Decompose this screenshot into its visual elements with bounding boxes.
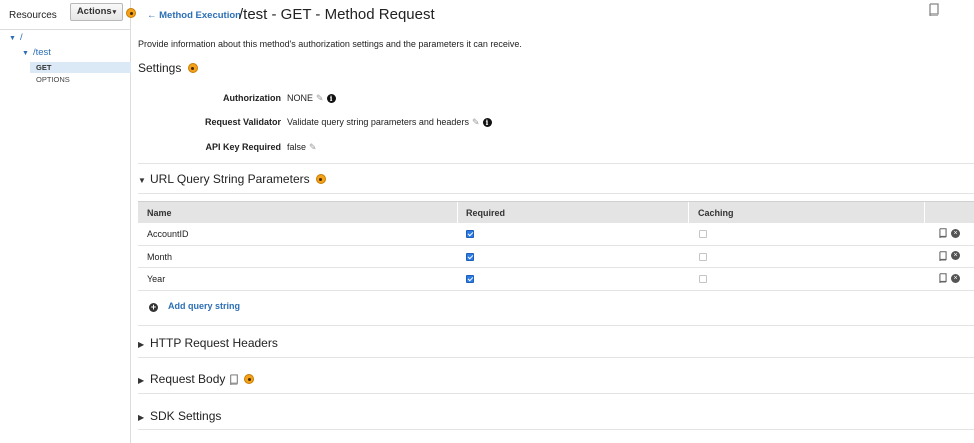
- authorization-field: NONE ✎ i: [287, 93, 336, 104]
- column-header-name: Name: [147, 208, 172, 218]
- resources-label: Resources: [9, 10, 57, 21]
- book-icon[interactable]: [938, 251, 948, 262]
- query-params-title: URL Query String Parameters: [150, 172, 310, 186]
- divider: [138, 163, 974, 164]
- resources-header: Resources Actions▾: [0, 0, 136, 30]
- param-name: Year: [147, 274, 166, 284]
- actions-button[interactable]: Actions▾: [70, 3, 123, 21]
- required-checkbox[interactable]: [466, 230, 474, 238]
- param-name: Month: [147, 251, 173, 262]
- close-circle-icon[interactable]: ×: [951, 273, 960, 283]
- book-icon[interactable]: [229, 372, 239, 386]
- collapsed-triangle-icon: ▶: [138, 413, 145, 422]
- table-row: AccountID ×: [138, 223, 974, 246]
- page-description: Provide information about this method's …: [138, 39, 522, 49]
- request-body-title: Request Body: [150, 372, 226, 386]
- add-query-string-label: Add query string: [168, 301, 241, 311]
- row-actions: ×: [938, 273, 960, 284]
- required-checkbox[interactable]: [466, 275, 474, 283]
- close-circle-icon[interactable]: ×: [951, 251, 960, 261]
- close-circle-icon[interactable]: ×: [951, 228, 960, 238]
- caching-checkbox[interactable]: [699, 252, 707, 261]
- back-to-method-execution-link[interactable]: ← Method Execution: [147, 10, 241, 21]
- required-checkbox[interactable]: [466, 252, 474, 261]
- settings-title: Settings: [138, 61, 182, 75]
- pencil-icon[interactable]: ✎: [309, 142, 317, 152]
- table-header: Name Required Caching: [138, 201, 974, 224]
- method-request-main: ← Method Execution /test - GET - Method …: [131, 0, 974, 443]
- pencil-icon[interactable]: ✎: [472, 117, 480, 127]
- divider: [138, 393, 974, 394]
- tree-item-get[interactable]: GET: [30, 62, 131, 73]
- sdk-settings-toggle[interactable]: ▶ SDK Settings: [138, 409, 221, 423]
- expand-triangle-icon[interactable]: ▼: [9, 35, 16, 42]
- divider: [138, 429, 974, 430]
- table-row: Year ×: [138, 268, 974, 291]
- book-icon[interactable]: [938, 273, 948, 284]
- caret-down-icon: ▾: [112, 9, 117, 16]
- divider: [138, 325, 974, 326]
- info-badge-icon[interactable]: [187, 63, 198, 73]
- http-headers-title: HTTP Request Headers: [150, 336, 278, 350]
- column-separator: [924, 202, 925, 224]
- book-icon[interactable]: [938, 228, 948, 239]
- settings-heading: Settings: [138, 61, 198, 75]
- param-name: AccountID: [147, 229, 189, 239]
- row-actions: ×: [938, 228, 960, 239]
- column-separator: [457, 202, 458, 224]
- tree-item-options[interactable]: OPTIONS: [36, 75, 70, 84]
- page-title: /test - GET - Method Request: [239, 6, 435, 23]
- tree-item-test-label: /test: [32, 47, 51, 58]
- http-headers-toggle[interactable]: ▶ HTTP Request Headers: [138, 336, 278, 350]
- add-query-string-button[interactable]: + Add query string: [149, 301, 240, 312]
- collapsed-triangle-icon: ▶: [138, 340, 145, 349]
- caching-checkbox[interactable]: [699, 230, 707, 238]
- sdk-settings-title: SDK Settings: [150, 409, 222, 423]
- caching-checkbox[interactable]: [699, 275, 707, 283]
- request-body-toggle[interactable]: ▶ Request Body: [138, 372, 255, 386]
- resources-panel: Resources Actions▾ ▼ / ▼/test GET OPTIONS: [0, 0, 136, 443]
- title-bar: ← Method Execution /test - GET - Method …: [131, 0, 974, 30]
- info-icon[interactable]: i: [482, 118, 492, 127]
- column-separator: [688, 202, 689, 224]
- info-icon[interactable]: i: [326, 94, 336, 103]
- authorization-label: Authorization: [223, 93, 281, 103]
- column-header-required: Required: [466, 208, 506, 218]
- back-link-label: Method Execution: [159, 10, 241, 21]
- tree-item-root-label: /: [19, 32, 23, 43]
- collapsed-triangle-icon: ▶: [138, 376, 145, 385]
- query-params-toggle[interactable]: ▼ URL Query String Parameters: [138, 172, 326, 186]
- request-validator-field: Validate query string parameters and hea…: [287, 117, 492, 128]
- row-actions: ×: [938, 251, 960, 262]
- api-key-required-value: false: [287, 142, 307, 152]
- api-key-required-label: API Key Required: [205, 142, 281, 152]
- actions-label: Actions: [76, 6, 112, 17]
- info-badge-icon[interactable]: [244, 374, 255, 384]
- request-validator-label: Request Validator: [204, 117, 281, 127]
- divider: [138, 193, 974, 194]
- expand-triangle-icon[interactable]: ▼: [22, 50, 29, 57]
- book-icon[interactable]: [928, 3, 940, 16]
- query-params-table: Name Required Caching AccountID × Month …: [138, 201, 974, 291]
- pencil-icon[interactable]: ✎: [316, 93, 324, 103]
- expanded-triangle-icon: ▼: [138, 176, 146, 185]
- request-validator-value: Validate query string parameters and hea…: [287, 117, 469, 127]
- divider: [138, 357, 974, 358]
- authorization-value: NONE: [287, 93, 314, 103]
- column-header-caching: Caching: [698, 208, 734, 218]
- table-row: Month ×: [138, 246, 974, 268]
- api-key-required-field: false ✎: [287, 142, 317, 153]
- tree-item-test[interactable]: ▼/test: [22, 47, 51, 58]
- info-badge-icon[interactable]: [315, 174, 326, 184]
- tree-item-root[interactable]: ▼ /: [9, 32, 23, 43]
- plus-circle-icon: +: [149, 302, 158, 312]
